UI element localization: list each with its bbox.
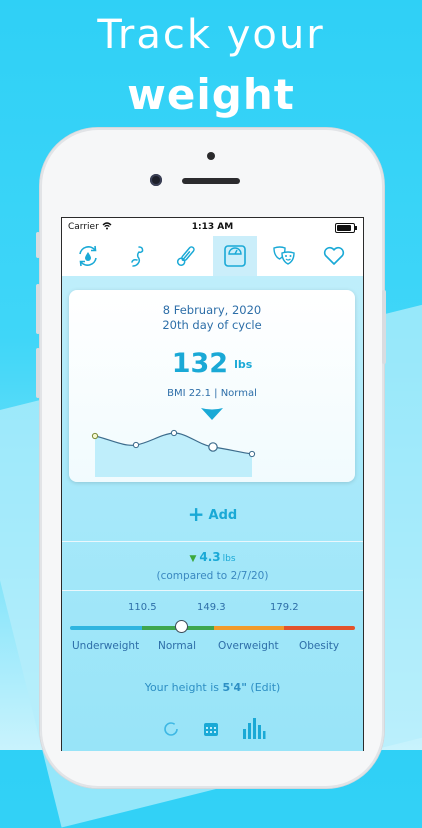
weight-display: 132 lbs [69,348,355,379]
divider [62,541,363,542]
tab-bar [62,236,363,276]
phone-sensor [207,152,215,160]
bmi-summary: BMI 22.1 | Normal [167,388,257,399]
tab-temperature[interactable] [164,236,208,276]
compared-to: (compared to 2/7/20) [156,570,269,582]
tab-pregnancy[interactable] [115,236,159,276]
tab-mood[interactable] [262,236,306,276]
status-time: 1:13 AM [191,222,234,232]
add-button[interactable]: + Add [62,502,363,526]
height-row: Your height is 5'4" (Edit) [62,681,363,694]
refresh-drop-icon [79,245,97,267]
heart-icon [323,246,345,265]
calendar-icon[interactable] [203,721,219,737]
bmi-segment-obesity [284,626,355,630]
height-value[interactable]: 5'4" [223,681,247,694]
mute-switch [36,232,40,258]
bmi-tick: 149.3 [197,602,226,613]
plus-icon: + [187,502,205,526]
front-camera [150,174,162,186]
headline-line2: weight [127,70,295,119]
divider [62,590,363,591]
battery-icon [335,223,357,233]
tab-weight[interactable] [213,236,257,276]
bmi-tick: 179.2 [270,602,299,613]
cycle-day: 20th day of cycle [162,318,262,332]
bmi-tick: 110.5 [128,602,157,613]
bmi-category-underweight: Underweight [72,640,140,652]
height-edit-link[interactable]: (Edit) [250,681,280,694]
tab-cycle[interactable] [66,236,110,276]
entry-date: 8 February, 2020 [162,303,262,317]
weight-value: 132 [171,348,229,379]
weight-change: ▼ 4.3 lbs [62,550,363,564]
phone-speaker [182,178,240,184]
ring-icon[interactable] [163,721,179,737]
weight-change-unit: lbs [222,554,236,564]
bmi-category-obesity: Obesity [299,640,340,652]
fetus-icon [131,246,144,267]
triangle-down-icon: ▼ [189,554,197,564]
bmi-category-normal: Normal [158,640,196,652]
weight-trend-chart [91,429,256,477]
volume-down-button [36,348,40,398]
app-screen: Carrier 1:13 AM 8 February, 2020 20th da… [61,217,364,751]
thermometer-icon [176,246,195,266]
tab-health[interactable] [312,236,356,276]
status-bar: Carrier 1:13 AM [62,218,363,236]
bmi-scale-bar [70,626,355,630]
volume-up-button [36,284,40,334]
weight-change-value: 4.3 [199,550,221,564]
scale-icon [224,245,246,267]
bmi-position-marker [174,620,188,633]
add-label: Add [208,508,238,523]
weight-card[interactable]: 8 February, 2020 20th day of cycle 132 lb… [69,290,355,482]
bar-chart-icon[interactable] [242,717,266,739]
bmi-segment-underweight [70,626,142,630]
headline-line1: Track your [97,12,325,58]
height-prefix: Your height is [144,681,220,694]
bmi-segment-overweight [214,626,284,630]
weight-unit: lbs [234,358,253,371]
bmi-category-overweight: Overweight [218,640,279,652]
theater-masks-icon [273,246,295,265]
power-button [382,290,386,364]
chevron-down-icon [201,408,223,420]
